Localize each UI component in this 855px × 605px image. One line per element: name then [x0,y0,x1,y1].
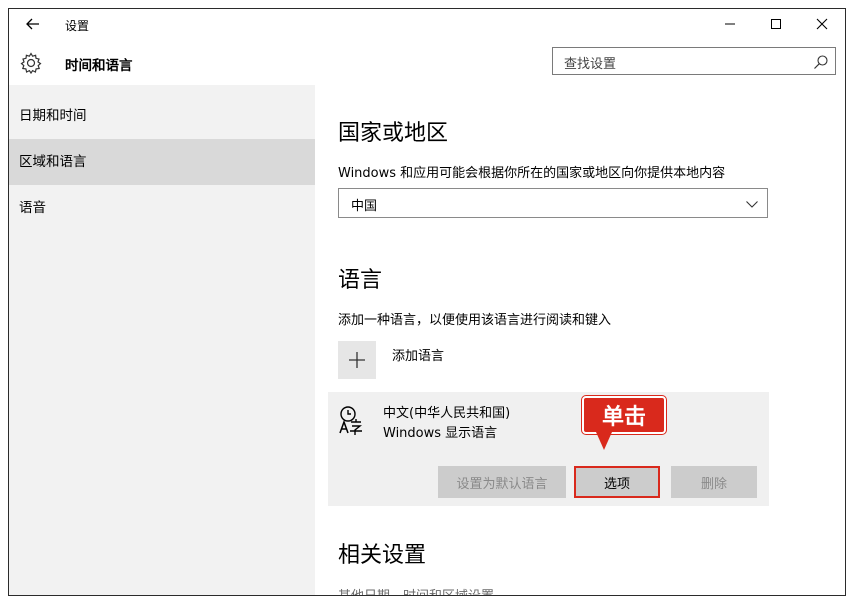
add-language-button[interactable] [338,341,376,379]
callout-label: 单击 [582,396,666,434]
search-placeholder: 查找设置 [564,57,617,72]
back-arrow-icon[interactable] [23,14,43,34]
plus-icon [349,352,365,368]
title-bar: 设置 [9,9,845,39]
window-title: 设置 [65,19,90,33]
maximize-button[interactable] [753,9,799,39]
callout-pointer [596,432,612,450]
sidebar-item-label: 日期和时间 [19,108,87,124]
chevron-down-icon [746,201,758,208]
minimize-button[interactable] [707,9,753,39]
sidebar-item-label: 区域和语言 [19,154,87,170]
search-icon[interactable] [813,54,829,70]
minimize-icon [725,23,735,25]
gear-icon [20,52,42,75]
search-input[interactable]: 查找设置 [552,47,836,75]
maximize-icon [771,19,781,29]
region-heading: 国家或地区 [338,121,449,146]
language-list-item[interactable]: 中文(中华人民共和国) Windows 显示语言 设置为默认语言 选项 删除 [328,392,769,506]
click-callout: 单击 [582,396,668,450]
other-settings-link[interactable]: 其他日期、时间和区域设置 [338,585,494,595]
settings-window: 设置 时间和语言 查找设置 日期和时间 区域和语言 语音 国家或地区 Windo… [8,8,846,596]
sidebar-item-label: 语音 [19,200,46,216]
sidebar-item-speech[interactable]: 语音 [9,185,315,231]
sidebar-item-region-language[interactable]: 区域和语言 [9,139,315,185]
remove-button[interactable]: 删除 [671,466,757,498]
region-select[interactable]: 中国 [338,188,768,218]
app-title: 时间和语言 [65,58,133,74]
language-description: 添加一种语言，以便使用该语言进行阅读和键入 [338,313,612,328]
language-subtitle: Windows 显示语言 [383,426,498,441]
close-button[interactable] [799,9,845,39]
options-button[interactable]: 选项 [574,466,660,498]
add-language-label[interactable]: 添加语言 [392,345,444,364]
close-icon [816,18,828,30]
language-name: 中文(中华人民共和国) [383,406,511,421]
language-heading: 语言 [338,268,383,293]
main-content: 国家或地区 Windows 和应用可能会根据你所在的国家或地区向你提供本地内容 … [315,85,845,595]
related-settings-heading: 相关设置 [338,543,427,568]
language-icon [339,406,362,435]
sidebar-item-date-time[interactable]: 日期和时间 [9,93,315,139]
region-description: Windows 和应用可能会根据你所在的国家或地区向你提供本地内容 [338,166,726,181]
set-default-button[interactable]: 设置为默认语言 [438,466,566,498]
sidebar: 日期和时间 区域和语言 语音 [9,85,315,595]
region-select-value: 中国 [351,199,378,214]
